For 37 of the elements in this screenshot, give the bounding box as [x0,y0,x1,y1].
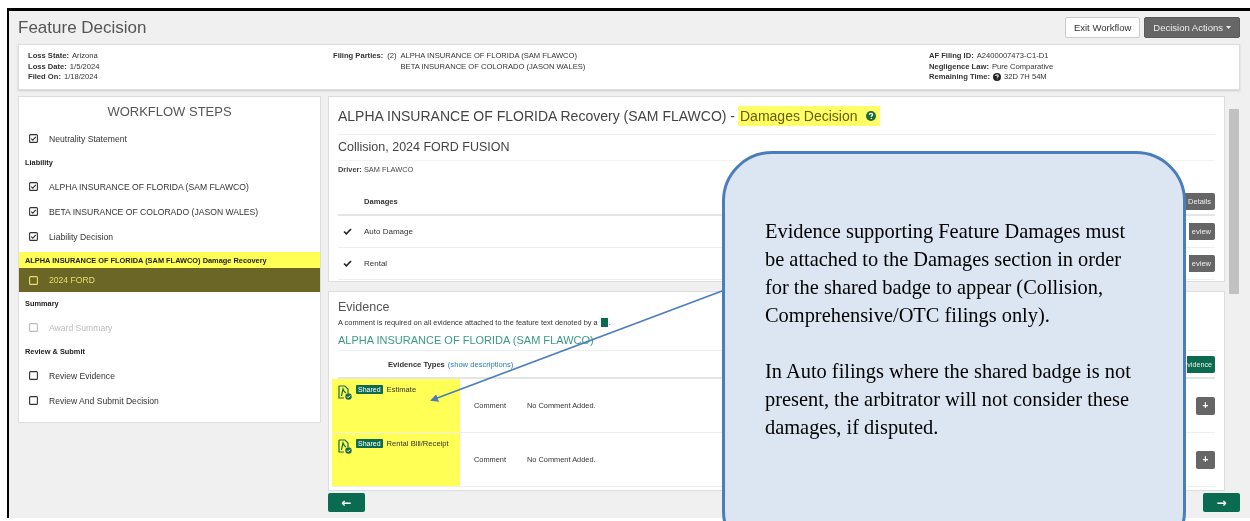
title-text: Damages Decision [740,107,858,124]
caret-icon [1226,26,1231,29]
help-icon[interactable] [865,110,876,121]
damage-label: Auto Damage [364,227,413,236]
checkbox[interactable] [29,396,38,405]
document-check-icon [338,385,352,400]
checkbox[interactable] [29,371,38,380]
panel-title: ALPHA INSURANCE OF FLORIDA Recovery (SAM FLAWCO) - [338,107,735,124]
party-heading: ALPHA INSURANCE OF FLORIDA (SAM FLAWCO) [338,333,594,348]
panel-title: Evidence [338,299,390,316]
workflow-step[interactable]: 2024 FORD [19,268,320,292]
vehicle-title: Collision, 2024 FORD FUSION [338,139,510,156]
checked-checkbox[interactable] [29,182,38,191]
back-button[interactable]: ← [328,493,365,512]
add-button[interactable]: + [1196,396,1215,415]
checked-checkbox[interactable] [29,134,38,143]
next-button[interactable]: → [1203,493,1240,512]
document-check-icon [338,439,352,454]
exit-button[interactable]: Exit Workflow [1064,17,1141,38]
checked-checkbox[interactable] [29,207,38,216]
workflow-step[interactable]: ALPHA INSURANCE OF FLORIDA (SAM FLAWCO) [19,174,320,199]
marker-icon [600,317,608,327]
scroll-thumb[interactable] [1229,109,1239,294]
workflow-step[interactable]: Review Evidence [19,363,320,388]
add-button[interactable]: + [1196,450,1215,469]
actions-dropdown[interactable]: Decision Actions [1144,17,1240,38]
workflow-step[interactable]: Liability Decision [19,224,320,249]
page-title: Feature Decision [18,17,148,38]
callout-text: In Auto filings where the shared badge is not present, the arbitrator will not consider these damages, if disputed. [765,359,1132,441]
workflow-step[interactable]: Neutrality Statement [19,126,320,151]
workflow-step[interactable]: BETA INSURANCE OF COLORADO (JASON WALES) [19,199,320,224]
workflow-step[interactable]: Review And Submit Decision [19,388,320,413]
callout-text: Evidence supporting Feature Damages must be attached to the Damages section in order for the shared badge to appear (Collision, Comprehensive/OTC filings only). [765,219,1127,329]
damage-label: Rental [364,259,388,268]
help-icon[interactable] [993,73,1002,82]
panel-title: WORKFLOW STEPS [106,103,233,121]
checked-checkbox[interactable] [29,232,38,241]
